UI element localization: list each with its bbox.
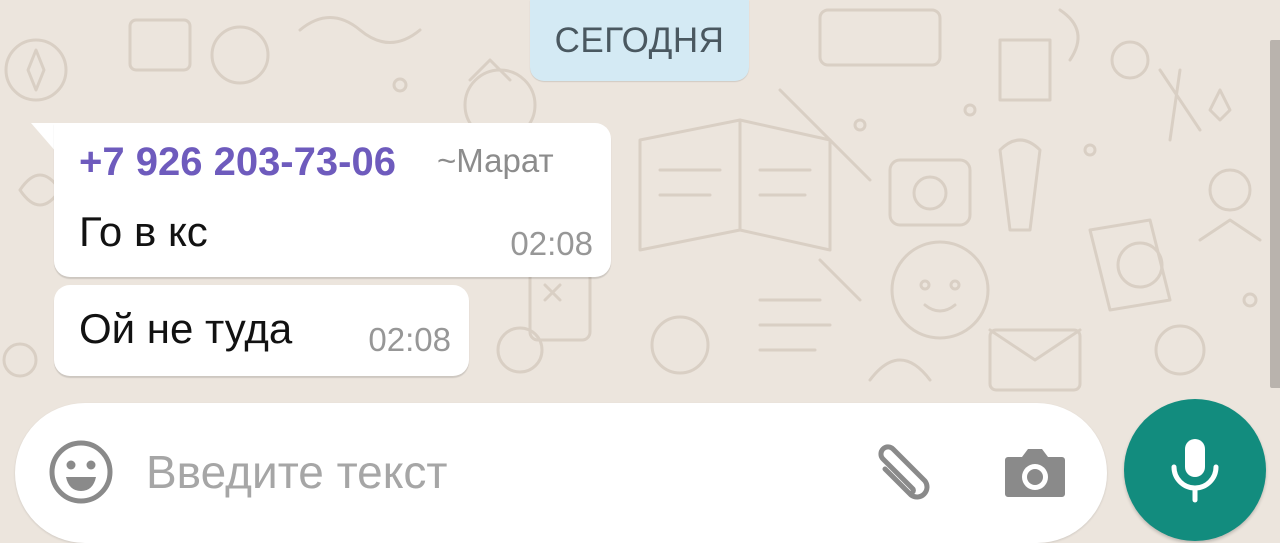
message-time: 02:08 (368, 321, 451, 358)
microphone-button[interactable] (1124, 399, 1266, 541)
emoji-icon[interactable] (46, 437, 116, 507)
message-input[interactable] (146, 445, 826, 499)
sender-phone[interactable]: +7 926 203-73-06 (79, 140, 396, 185)
scroll-indicator[interactable] (1270, 40, 1280, 388)
paperclip-icon[interactable] (865, 439, 939, 513)
message-bubble[interactable]: +7 926 203-73-06 ~Марат Го в кс 02:08 (54, 123, 611, 277)
message-time: 02:08 (510, 225, 593, 262)
message-composer (15, 403, 1107, 543)
date-separator: СЕГОДНЯ (530, 0, 749, 81)
message-bubble[interactable]: Ой не туда 02:08 (54, 285, 469, 376)
sender-name: ~Марат (437, 142, 554, 179)
message-text: Ой не туда (79, 305, 293, 352)
camera-icon[interactable] (1000, 437, 1070, 507)
microphone-icon (1171, 439, 1219, 503)
message-text: Го в кс (79, 208, 208, 255)
